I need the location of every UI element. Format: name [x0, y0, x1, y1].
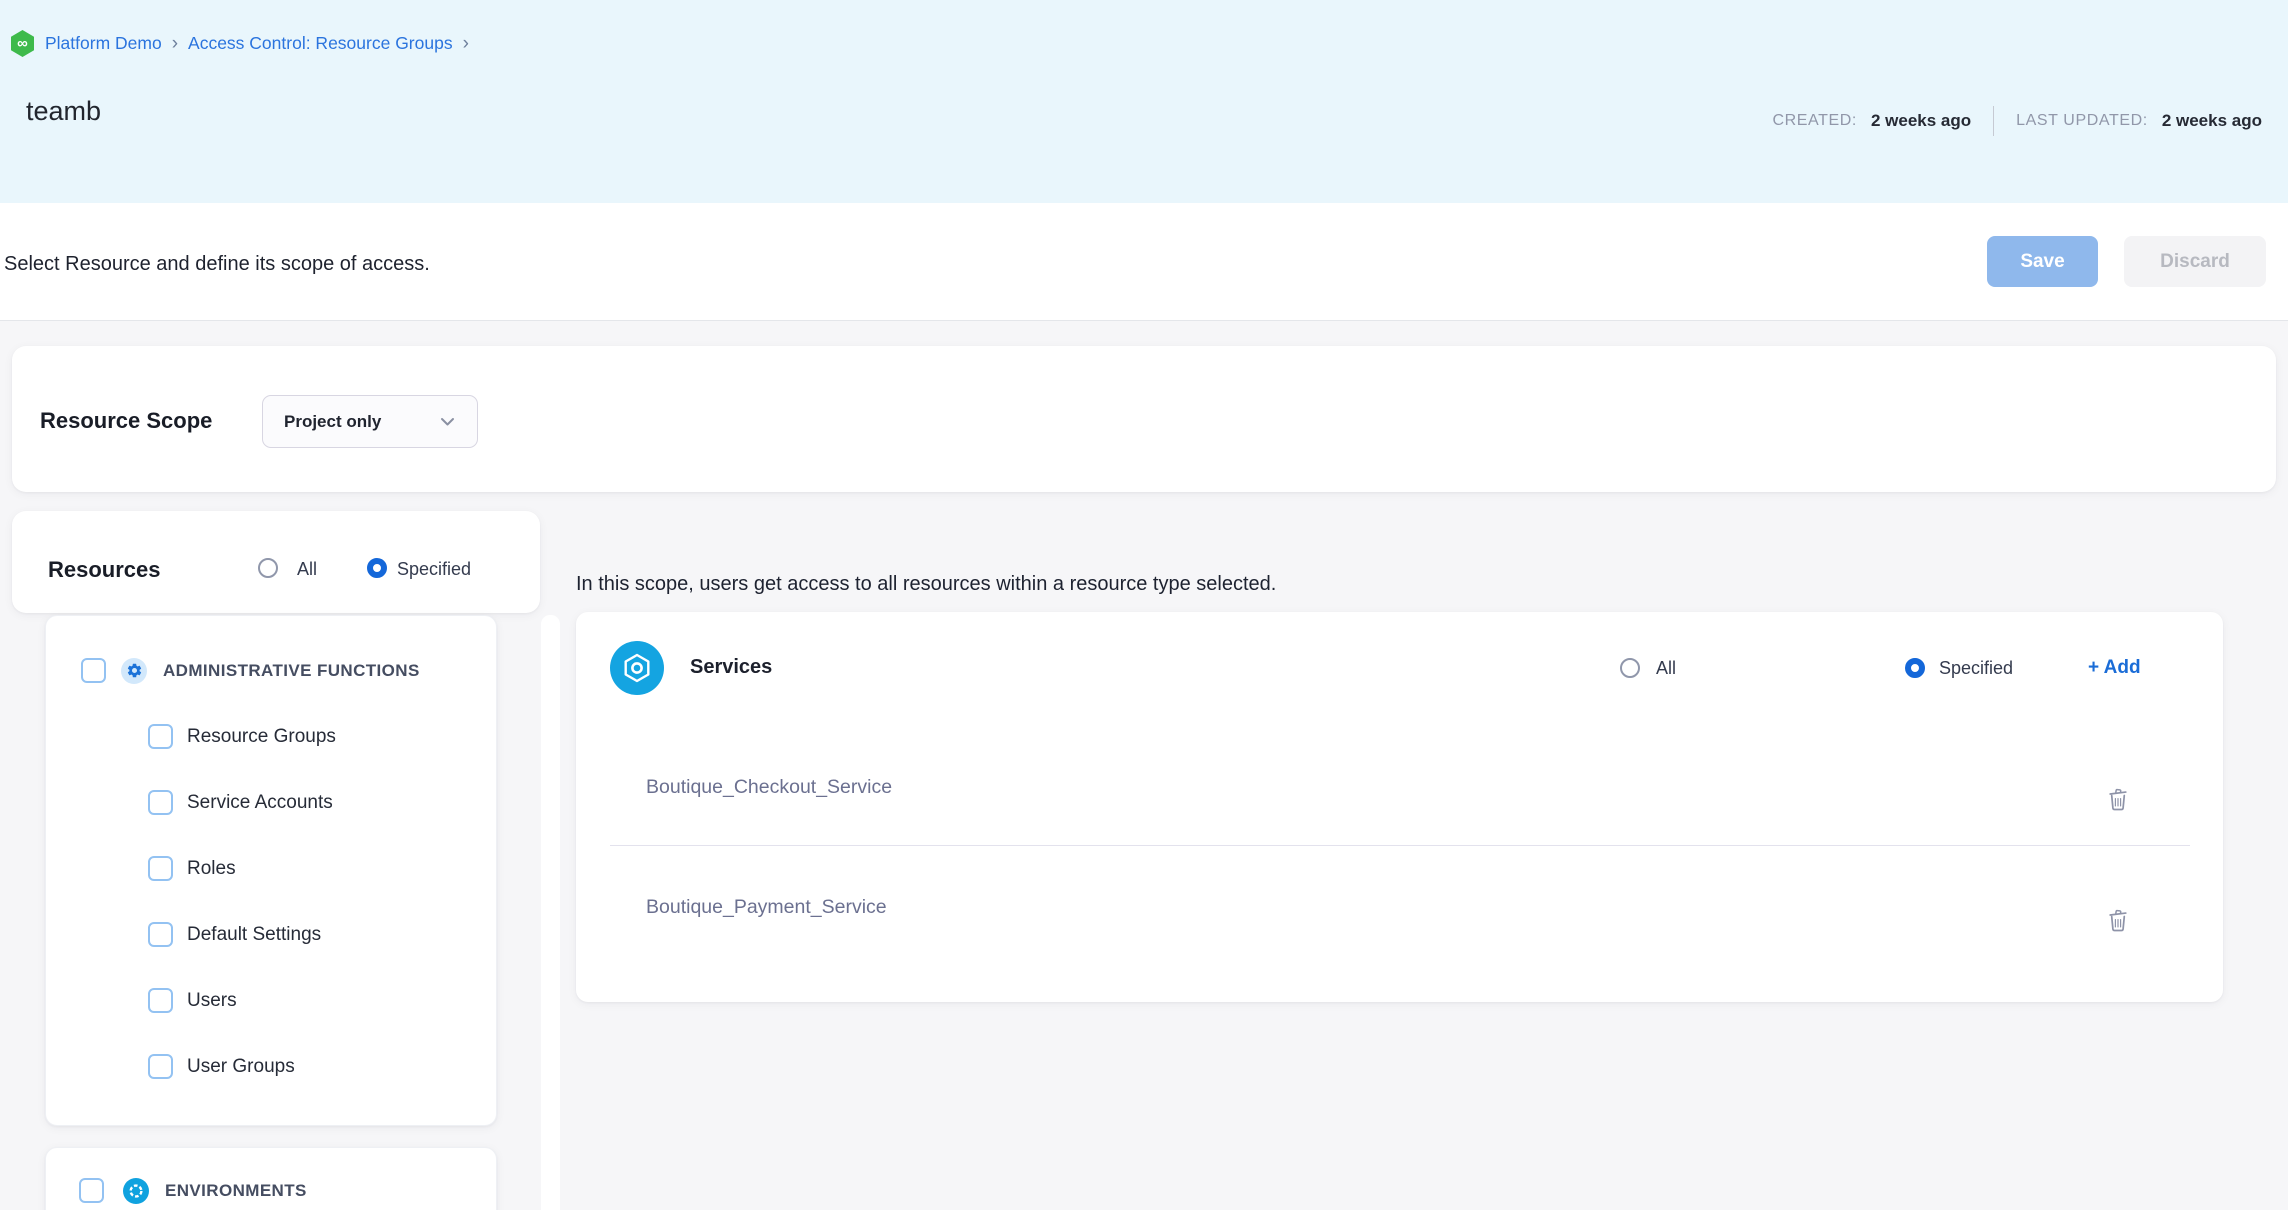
group-label: ENVIRONMENTS: [165, 1181, 307, 1201]
resource-item-row: Default Settings: [148, 922, 496, 947]
administrative-functions-card: ADMINISTRATIVE FUNCTIONS Resource Groups…: [45, 615, 497, 1126]
created-label: CREATED:: [1772, 112, 1857, 130]
default-settings-checkbox[interactable]: [148, 922, 173, 947]
trash-icon: [2105, 786, 2131, 812]
scope-hint-text: In this scope, users get access to all r…: [576, 573, 1276, 596]
meta-divider: [1993, 106, 1994, 136]
resource-scope-title: Resource Scope: [40, 408, 212, 434]
environments-card: ENVIRONMENTS: [45, 1147, 497, 1210]
trash-icon: [2105, 907, 2131, 933]
resource-item-row: User Groups: [148, 1054, 496, 1079]
service-accounts-checkbox[interactable]: [148, 790, 173, 815]
service-row-label: Boutique_Payment_Service: [646, 896, 887, 919]
last-updated-value: 2 weeks ago: [2162, 111, 2262, 131]
user-groups-checkbox[interactable]: [148, 1054, 173, 1079]
last-updated-label: LAST UPDATED:: [2016, 112, 2148, 130]
breadcrumb-separator-icon: ›: [172, 33, 178, 55]
header-meta: CREATED: 2 weeks ago LAST UPDATED: 2 wee…: [1772, 106, 2262, 136]
resource-item-label: Roles: [187, 858, 236, 880]
created-value: 2 weeks ago: [1871, 111, 1971, 131]
resources-radio-specified[interactable]: [367, 558, 387, 578]
breadcrumb-link-platform-demo[interactable]: Platform Demo: [45, 33, 162, 54]
breadcrumb: ∞ Platform Demo › Access Control: Resour…: [10, 30, 469, 57]
services-radio-all-label[interactable]: All: [1656, 658, 1676, 679]
resource-groups-checkbox[interactable]: [148, 724, 173, 749]
service-row-label: Boutique_Checkout_Service: [646, 776, 892, 799]
resources-title: Resources: [48, 557, 161, 583]
resource-item-label: Service Accounts: [187, 792, 333, 814]
resource-item-label: Default Settings: [187, 924, 321, 946]
resource-group-row: ENVIRONMENTS: [79, 1178, 496, 1203]
add-service-button[interactable]: + Add: [2088, 657, 2141, 679]
resources-radio-all[interactable]: [258, 558, 278, 578]
platform-logo-icon: ∞: [10, 30, 35, 57]
action-toolbar: Select Resource and define its scope of …: [0, 203, 2288, 321]
resources-radio-all-label[interactable]: All: [297, 559, 317, 580]
page-root: ∞ Platform Demo › Access Control: Resour…: [0, 0, 2288, 1210]
users-checkbox[interactable]: [148, 988, 173, 1013]
environments-icon: [123, 1178, 149, 1204]
resource-item-row: Resource Groups: [148, 724, 496, 749]
resource-item-row: Users: [148, 988, 496, 1013]
services-radio-specified-label[interactable]: Specified: [1939, 658, 2013, 679]
resources-header-card: Resources All Specified: [12, 511, 540, 613]
resource-item-label: Resource Groups: [187, 726, 336, 748]
page-header: ∞ Platform Demo › Access Control: Resour…: [0, 0, 2288, 203]
breadcrumb-separator-icon: ›: [463, 33, 469, 55]
left-panel-scrollbar[interactable]: [541, 615, 560, 1210]
resource-item-label: Users: [187, 990, 237, 1012]
resource-item-row: Service Accounts: [148, 790, 496, 815]
services-title: Services: [690, 656, 772, 679]
delete-service-button[interactable]: [2105, 786, 2131, 812]
resource-scope-card: Resource Scope Project only: [12, 346, 2276, 492]
discard-button[interactable]: Discard: [2124, 236, 2266, 287]
resource-item-label: User Groups: [187, 1056, 295, 1078]
resource-scope-dropdown[interactable]: Project only: [262, 395, 478, 448]
delete-service-button[interactable]: [2105, 907, 2131, 933]
administrative-functions-checkbox[interactable]: [81, 658, 106, 683]
roles-checkbox[interactable]: [148, 856, 173, 881]
chevron-down-icon: [440, 417, 455, 427]
breadcrumb-link-resource-groups[interactable]: Access Control: Resource Groups: [188, 33, 453, 54]
services-radio-all[interactable]: [1620, 658, 1640, 678]
toolbar-description: Select Resource and define its scope of …: [4, 253, 430, 276]
group-label: ADMINISTRATIVE FUNCTIONS: [163, 661, 420, 681]
resources-radio-specified-label[interactable]: Specified: [397, 559, 471, 580]
environments-checkbox[interactable]: [79, 1178, 104, 1203]
resource-scope-selected: Project only: [284, 412, 381, 432]
services-radio-specified[interactable]: [1905, 658, 1925, 678]
resource-item-row: Roles: [148, 856, 496, 881]
services-icon: [610, 641, 664, 695]
resource-group-row: ADMINISTRATIVE FUNCTIONS: [81, 658, 496, 683]
gear-icon: [121, 658, 147, 684]
services-card: Services All Specified + Add Boutique_Ch…: [576, 612, 2223, 1002]
page-title: teamb: [26, 96, 101, 127]
save-button[interactable]: Save: [1987, 236, 2098, 287]
row-divider: [610, 845, 2190, 846]
